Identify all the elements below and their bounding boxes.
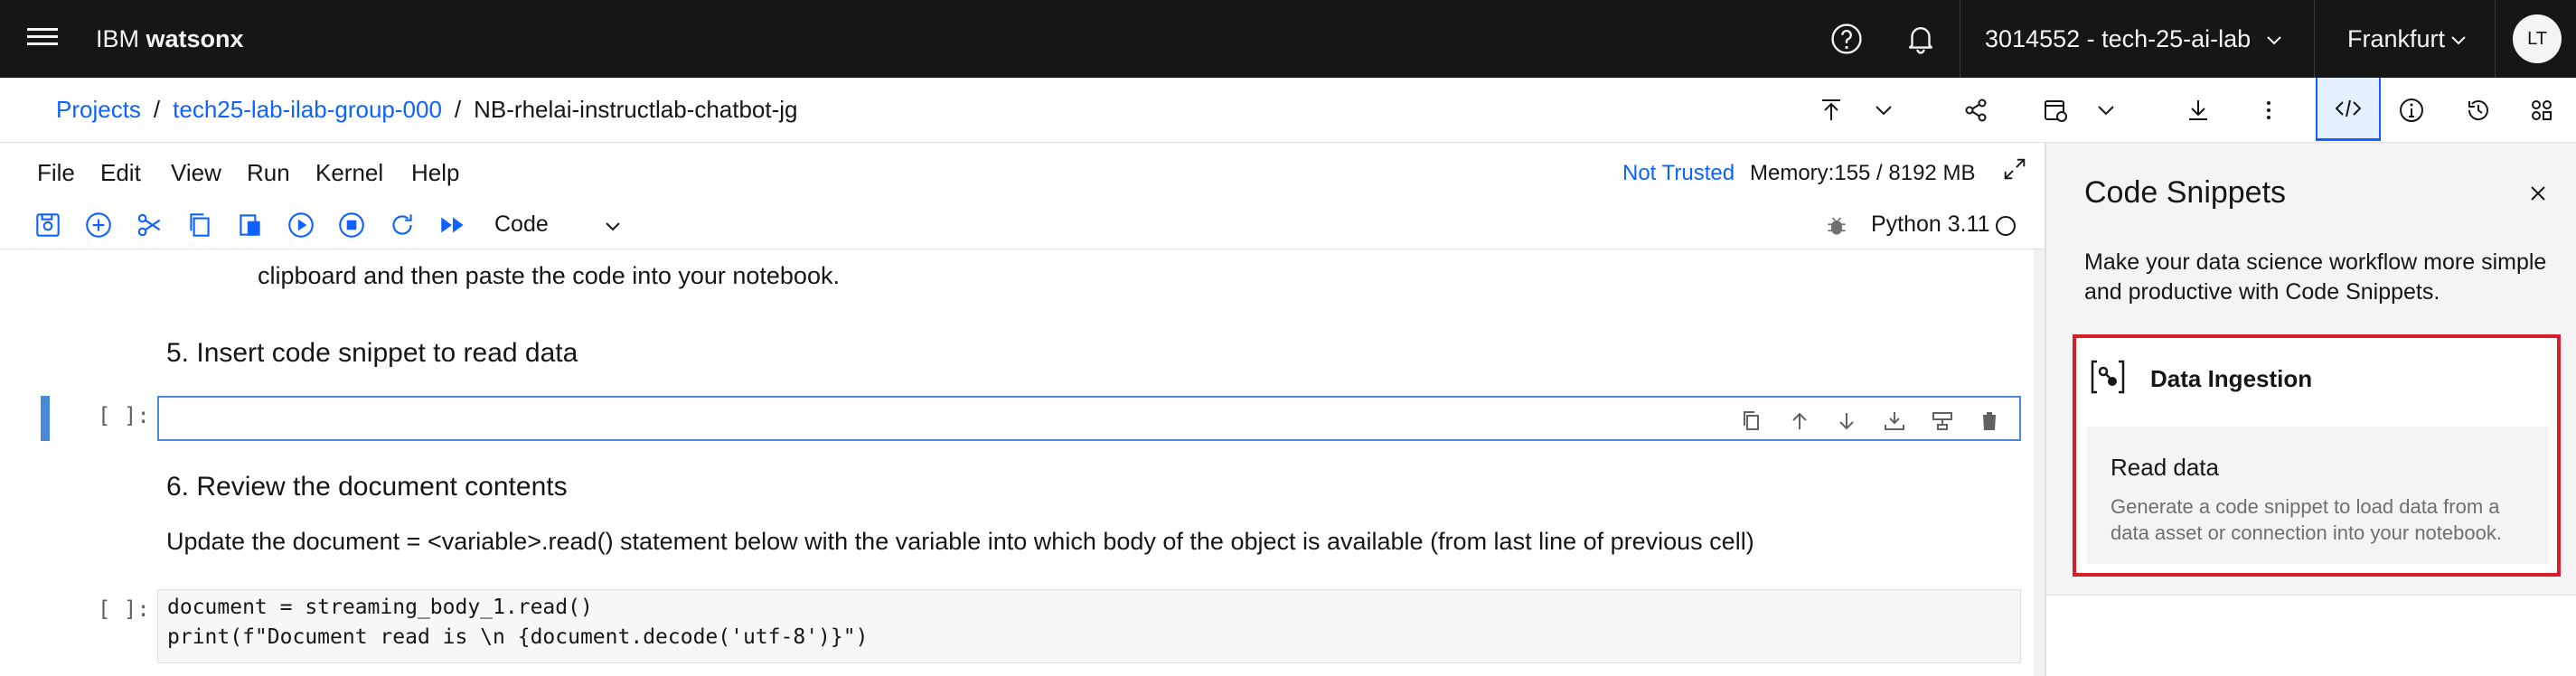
publish-icon[interactable] bbox=[1817, 96, 1846, 125]
menu-kernel[interactable]: Kernel bbox=[315, 159, 383, 187]
markdown-heading: 5. Insert code snippet to read data bbox=[166, 338, 578, 368]
history-icon[interactable] bbox=[2464, 96, 2493, 125]
code-icon bbox=[2335, 99, 2362, 117]
notebook-menubar: File Edit View Run Kernel Help Not Trust… bbox=[0, 143, 2045, 202]
brand-logo[interactable]: IBM watsonx bbox=[96, 25, 244, 53]
code-snippets-panel: Code Snippets Make your data science wor… bbox=[2045, 143, 2576, 676]
code-line-2: print(f"Document read is \n {document.de… bbox=[167, 625, 869, 649]
code-line: print(f"Document read is \n {document.de… bbox=[167, 625, 868, 649]
snippet-tile-read-data[interactable]: Read data Generate a code snippet to loa… bbox=[2087, 427, 2548, 564]
snippet-title: Read data bbox=[2111, 454, 2219, 481]
menu-run[interactable]: Run bbox=[247, 159, 290, 187]
cell-prompt: [ ]: bbox=[98, 596, 150, 622]
close-icon[interactable] bbox=[2527, 183, 2549, 204]
delete-cell-icon[interactable] bbox=[1978, 409, 2001, 433]
chevron-down-icon[interactable] bbox=[2092, 96, 2120, 125]
overflow-menu-icon[interactable] bbox=[2254, 96, 2283, 125]
trust-status[interactable]: Not Trusted bbox=[1622, 161, 1735, 186]
notification-bell-icon[interactable] bbox=[1904, 22, 1938, 56]
code-line-1: document = streaming_body_1.read() bbox=[167, 596, 593, 619]
save-icon[interactable] bbox=[33, 210, 63, 240]
move-up-icon[interactable] bbox=[1788, 409, 1811, 433]
panel-lower-area bbox=[2046, 596, 2576, 676]
cut-icon[interactable] bbox=[134, 210, 165, 240]
snippet-description: Generate a code snippet to load data fro… bbox=[2111, 495, 2502, 544]
run-cell-icon[interactable] bbox=[286, 210, 316, 240]
breadcrumb-separator: / bbox=[153, 96, 161, 123]
topbar-divider bbox=[2495, 0, 2496, 78]
active-cell-indicator bbox=[41, 396, 50, 441]
cell-prompt: [ ]: bbox=[98, 403, 150, 428]
menu-edit[interactable]: Edit bbox=[100, 159, 141, 187]
help-icon[interactable] bbox=[1829, 22, 1864, 56]
stop-icon[interactable] bbox=[336, 210, 367, 240]
panel-title: Code Snippets bbox=[2084, 175, 2287, 210]
breadcrumb-bar: Projects / tech25-lab-ilab-group-000 / NB-rh… bbox=[0, 78, 2576, 143]
markdown-heading: 6. Review the document contents bbox=[166, 472, 568, 502]
expand-icon[interactable] bbox=[2001, 155, 2028, 183]
restart-kernel-icon[interactable] bbox=[387, 210, 418, 240]
markdown-text: clipboard and then paste the code into y… bbox=[258, 262, 840, 289]
code-cell-input[interactable] bbox=[157, 396, 2021, 441]
top-navigation-bar: IBM watsonx 3014552 - tech-25-ai-lab Fra… bbox=[0, 0, 2576, 78]
move-down-icon[interactable] bbox=[1835, 409, 1858, 433]
share-icon[interactable] bbox=[1961, 96, 1990, 125]
chevron-down-icon bbox=[2267, 36, 2281, 45]
download-icon[interactable] bbox=[2184, 96, 2213, 125]
copy-icon[interactable] bbox=[184, 210, 215, 240]
information-icon[interactable] bbox=[2397, 96, 2426, 125]
breadcrumb: Projects / tech25-lab-ilab-group-000 / NB-rh… bbox=[56, 96, 798, 124]
breadcrumb-link-projects[interactable]: Projects bbox=[56, 96, 141, 123]
breadcrumb-link-project[interactable]: tech25-lab-ilab-group-000 bbox=[173, 96, 442, 123]
run-all-icon[interactable] bbox=[437, 210, 468, 240]
snippet-category-data-ingestion: Data Ingestion Read data Generate a code… bbox=[2073, 334, 2561, 577]
add-cell-icon[interactable] bbox=[83, 210, 114, 240]
cell-type-value: Code bbox=[494, 211, 549, 237]
chevron-down-icon bbox=[2451, 36, 2466, 45]
environment-icon[interactable] bbox=[2527, 96, 2556, 125]
chevron-down-icon[interactable] bbox=[1869, 96, 1898, 125]
version-schedule-icon[interactable] bbox=[2041, 96, 2070, 125]
code-cell-input[interactable]: document = streaming_body_1.read() print… bbox=[157, 589, 2021, 663]
tab-code-snippets[interactable] bbox=[2316, 78, 2381, 141]
debugger-icon[interactable] bbox=[1824, 213, 1849, 239]
menu-view[interactable]: View bbox=[171, 159, 221, 187]
category-label: Data Ingestion bbox=[2150, 365, 2313, 392]
code-line: document = streaming_body_1.read() bbox=[167, 596, 593, 619]
chevron-down-icon bbox=[606, 222, 620, 231]
account-name: 3014552 - tech-25-ai-lab bbox=[1985, 25, 2252, 52]
brand-prefix: IBM bbox=[96, 25, 140, 52]
topbar-divider bbox=[2314, 0, 2315, 78]
menu-file[interactable]: File bbox=[37, 159, 75, 187]
panel-description: Make your data science workflow more sim… bbox=[2084, 249, 2547, 305]
kernel-status-idle-icon bbox=[1996, 216, 2016, 236]
notebook-toolbar: Code Python 3.11 bbox=[0, 202, 2045, 249]
duplicate-cell-icon[interactable] bbox=[1740, 409, 1763, 433]
memory-usage: Memory:155 / 8192 MB bbox=[1750, 161, 1976, 185]
menu-help[interactable]: Help bbox=[411, 159, 459, 187]
hamburger-menu-icon[interactable] bbox=[27, 23, 58, 54]
breadcrumb-current-notebook: NB-rhelai-instructlab-chatbot-jg bbox=[474, 96, 798, 123]
insert-below-icon[interactable] bbox=[1883, 409, 1906, 433]
format-cell-icon[interactable] bbox=[1931, 409, 1954, 433]
notebook-scrollbar[interactable] bbox=[2034, 249, 2045, 676]
region-name: Frankfurt bbox=[2347, 25, 2446, 52]
kernel-name[interactable]: Python 3.11 bbox=[1871, 211, 1990, 238]
brand-name: watsonx bbox=[146, 25, 244, 52]
breadcrumb-separator: / bbox=[454, 96, 462, 123]
user-avatar[interactable]: LT bbox=[2513, 14, 2562, 63]
notebook-content: clipboard and then paste the code into y… bbox=[0, 249, 2034, 676]
paste-icon[interactable] bbox=[235, 210, 266, 240]
markdown-text: Update the document = <variable>.read() … bbox=[166, 528, 1754, 555]
data-ingestion-icon bbox=[2091, 360, 2125, 394]
